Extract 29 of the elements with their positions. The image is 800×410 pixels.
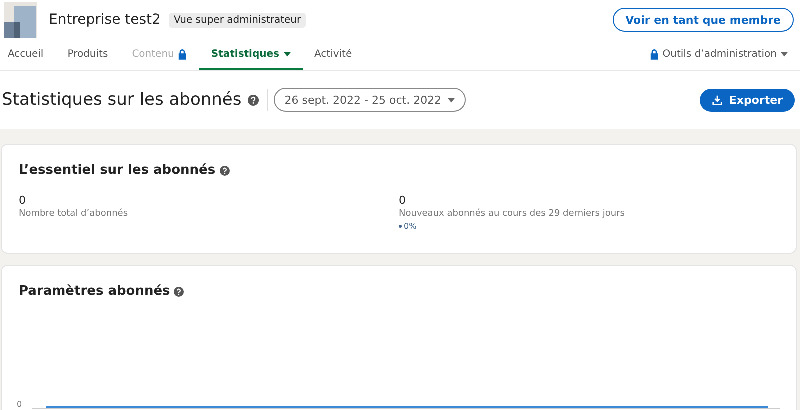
company-logo	[4, 2, 37, 38]
admin-tools-menu[interactable]: Outils d’administration	[638, 40, 796, 70]
metric-value: 0	[19, 194, 27, 207]
help-icon[interactable]	[248, 94, 259, 106]
nav-tab[interactable]: Activité	[302, 40, 364, 70]
company-name: Entreprise test2	[49, 12, 161, 28]
card-title: Paramètres abonnés	[19, 284, 170, 299]
export-button[interactable]: Exporter	[700, 88, 795, 112]
nav-tab[interactable]: Accueil	[4, 40, 56, 70]
caret-icon	[448, 98, 455, 102]
nav-tab[interactable]: Produits	[56, 40, 120, 70]
metric-change: 0%	[399, 222, 779, 231]
download-icon	[712, 94, 724, 106]
axis-tick-label: 0	[17, 401, 22, 409]
caret-icon	[284, 52, 290, 56]
nav-tab[interactable]: Statistiques	[199, 40, 302, 70]
metric-label: Nombre total d’abonnés	[19, 209, 130, 219]
metric-label: Nouveaux abonnés au cours des 29 derniers jours	[399, 209, 626, 219]
help-icon[interactable]	[220, 166, 230, 176]
view-badge: Vue super administrateur	[168, 12, 306, 28]
lock-icon	[178, 48, 188, 60]
view-as-member-button[interactable]: Voir en tant que membre	[612, 8, 794, 32]
card-title: L’essentiel sur les abonnés	[19, 163, 216, 178]
help-icon[interactable]	[174, 286, 184, 296]
date-range-dropdown[interactable]: 26 sept. 2022 - 25 oct. 2022	[274, 88, 466, 112]
lock-icon	[650, 48, 659, 60]
caret-icon	[781, 52, 788, 56]
metric-value: 0	[399, 194, 407, 207]
page-title: Statistiques sur les abonnés	[2, 90, 242, 110]
